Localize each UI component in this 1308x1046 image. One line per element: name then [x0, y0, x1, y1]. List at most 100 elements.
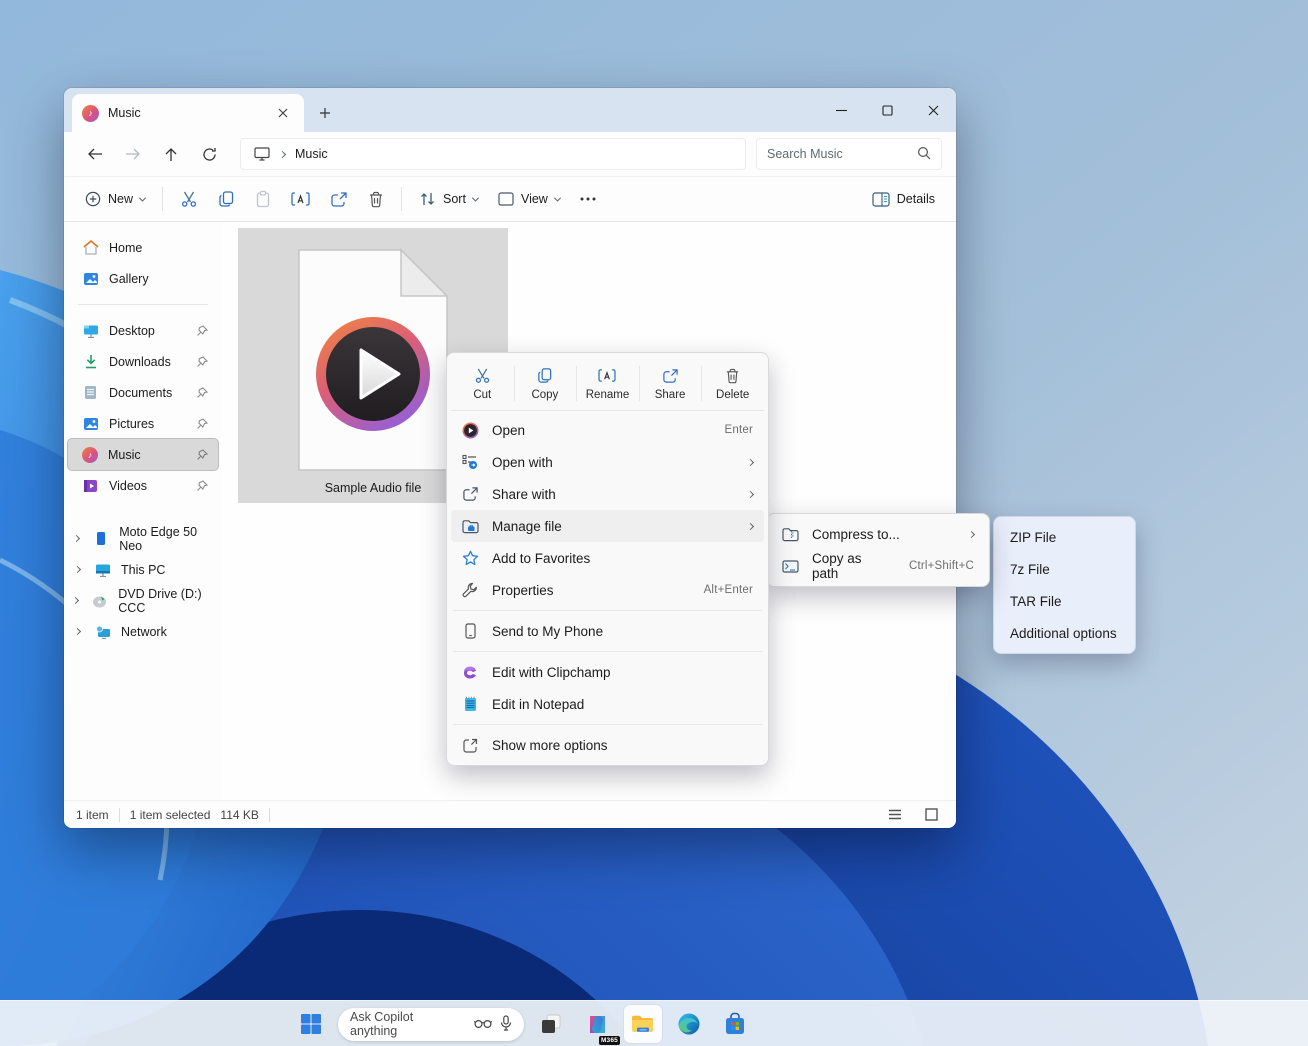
submenu-chevron-icon [747, 522, 754, 529]
search-placeholder: Search Music [767, 147, 843, 161]
breadcrumb[interactable]: Music [295, 147, 328, 161]
delete-quick-button[interactable]: Delete [701, 357, 764, 410]
new-button[interactable]: New [76, 182, 154, 216]
expand-chevron-icon[interactable] [70, 567, 84, 572]
m365-copilot-button[interactable]: M365 [578, 1005, 616, 1043]
tab-close-icon[interactable] [272, 102, 294, 124]
minimize-button[interactable] [818, 91, 864, 129]
address-bar[interactable]: Music [240, 138, 746, 170]
title-bar: ♪ Music [64, 88, 956, 132]
pin-icon [193, 322, 210, 339]
copilot-search-placeholder: Ask Copilot anything [350, 1010, 458, 1038]
menu-item-manage-file[interactable]: Manage file [451, 510, 764, 542]
microphone-icon[interactable] [500, 1015, 512, 1034]
forward-icon [116, 138, 150, 170]
expand-chevron-icon[interactable] [70, 598, 81, 603]
cut-icon [473, 367, 491, 385]
explorer-tab[interactable]: ♪ Music [72, 94, 304, 132]
taskbar: Ask Copilot anything [0, 1000, 1308, 1046]
file-explorer-taskbar-button[interactable] [624, 1005, 662, 1043]
edge-taskbar-button[interactable] [670, 1005, 708, 1043]
delete-button[interactable] [359, 182, 393, 216]
expand-chevron-icon[interactable] [70, 629, 84, 634]
menu-item-edit-in-notepad[interactable]: Edit in Notepad [451, 688, 764, 720]
menu-item-open[interactable]: Open Enter [451, 414, 764, 446]
shortcut-label: Alt+Enter [704, 584, 753, 596]
menu-item-edit-with-clipchamp[interactable]: Edit with Clipchamp [451, 656, 764, 688]
menu-item-zip-file[interactable]: ZIP File [998, 521, 1131, 553]
sort-button[interactable]: Sort [410, 182, 487, 216]
menu-item-7z-file[interactable]: 7z File [998, 553, 1131, 585]
sidebar-item-downloads[interactable]: Downloads [68, 346, 218, 377]
sidebar-item-home[interactable]: Home [68, 232, 218, 263]
refresh-icon[interactable] [192, 138, 226, 170]
open-play-icon [461, 421, 479, 439]
microsoft-store-icon [723, 1012, 747, 1036]
details-view-toggle-icon[interactable] [882, 804, 908, 826]
pictures-icon [82, 415, 99, 432]
sidebar-item-videos[interactable]: Videos [68, 470, 218, 501]
file-explorer-icon [630, 1012, 656, 1036]
item-count: 1 item [76, 808, 109, 822]
command-toolbar: New Sort View [64, 176, 956, 222]
menu-item-additional-options[interactable]: Additional options [998, 617, 1131, 649]
share-quick-button[interactable]: Share [639, 357, 702, 410]
view-button[interactable]: View [489, 182, 569, 216]
maximize-button[interactable] [864, 91, 910, 129]
sidebar-item-desktop[interactable]: Desktop [68, 315, 218, 346]
pin-icon [193, 384, 210, 401]
copilot-search-input[interactable]: Ask Copilot anything [338, 1008, 524, 1041]
music-tab-icon: ♪ [82, 105, 99, 122]
sidebar-item-documents[interactable]: Documents [68, 377, 218, 408]
compress-icon [781, 525, 799, 543]
sidebar-item-network[interactable]: Network [68, 616, 218, 647]
sidebar-item-moto-edge[interactable]: Moto Edge 50 Neo [68, 523, 218, 554]
sidebar-item-gallery[interactable]: Gallery [68, 263, 218, 294]
thumbnail-view-toggle-icon[interactable] [918, 804, 944, 826]
back-icon[interactable] [78, 138, 112, 170]
sidebar-item-music[interactable]: ♪ Music [68, 439, 218, 470]
task-view-button[interactable] [532, 1005, 570, 1043]
submenu-chevron-icon [968, 530, 975, 537]
details-button[interactable]: Details [863, 182, 944, 216]
properties-wrench-icon [461, 581, 479, 599]
menu-item-show-more-options[interactable]: Show more options [451, 729, 764, 761]
menu-item-add-to-favorites[interactable]: Add to Favorites [451, 542, 764, 574]
up-icon[interactable] [154, 138, 188, 170]
cut-button[interactable] [171, 182, 207, 216]
rename-quick-button[interactable]: Rename [576, 357, 639, 410]
delete-icon [724, 367, 742, 385]
menu-item-compress-to[interactable]: Compress to... [771, 518, 985, 550]
expand-chevron-icon[interactable] [70, 536, 82, 541]
tab-title: Music [108, 106, 141, 120]
rename-button[interactable] [282, 182, 319, 216]
menu-item-open-with[interactable]: Open with [451, 446, 764, 478]
new-tab-button[interactable] [310, 98, 340, 128]
copilot-vision-glasses-icon[interactable] [474, 1017, 492, 1032]
home-icon [82, 239, 99, 256]
breadcrumb-chevron-icon [279, 150, 286, 157]
menu-item-send-to-my-phone[interactable]: Send to My Phone [451, 615, 764, 647]
phone-icon [92, 530, 109, 547]
start-button[interactable] [292, 1005, 330, 1043]
share-button[interactable] [321, 182, 357, 216]
menu-item-share-with[interactable]: Share with [451, 478, 764, 510]
sidebar-item-dvd-drive[interactable]: DVD Drive (D:) CCC [68, 585, 218, 616]
close-button[interactable] [910, 91, 956, 129]
copy-quick-button[interactable]: Copy [514, 357, 577, 410]
cut-quick-button[interactable]: Cut [451, 357, 514, 410]
search-input[interactable]: Search Music [756, 138, 942, 170]
context-menu: Cut Copy Rename Share Delete [446, 352, 769, 766]
sidebar-item-this-pc[interactable]: This PC [68, 554, 218, 585]
menu-item-tar-file[interactable]: TAR File [998, 585, 1131, 617]
copy-path-icon [781, 557, 799, 575]
copy-button[interactable] [209, 182, 244, 216]
pin-icon [193, 446, 210, 463]
more-options-icon[interactable] [571, 182, 605, 216]
task-view-icon [539, 1012, 563, 1036]
menu-item-properties[interactable]: Properties Alt+Enter [451, 574, 764, 606]
sidebar-item-pictures[interactable]: Pictures [68, 408, 218, 439]
store-taskbar-button[interactable] [716, 1005, 754, 1043]
search-icon[interactable] [917, 146, 931, 163]
menu-item-copy-as-path[interactable]: Copy as path Ctrl+Shift+C [771, 550, 985, 582]
